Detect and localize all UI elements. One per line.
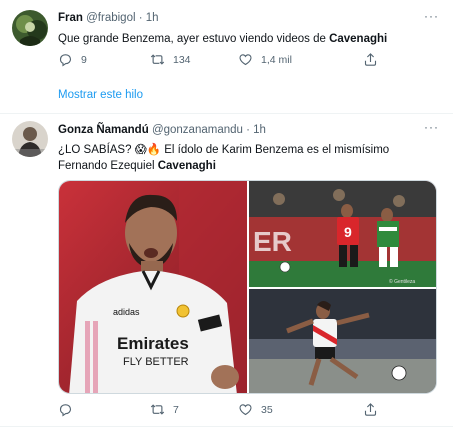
separator-dot: · (246, 124, 250, 136)
jersey-number: 9 (344, 224, 352, 240)
avatar[interactable] (12, 121, 48, 157)
tweet-text-bold: Cavenaghi (157, 160, 216, 172)
action-bar: 7 35 (58, 402, 388, 420)
sponsor-subtext: FLY BETTER (123, 356, 189, 368)
action-bar: 9 134 1,4 mil (58, 52, 388, 70)
avatar[interactable] (12, 10, 48, 46)
share-button[interactable] (363, 402, 378, 417)
like-icon (239, 404, 252, 416)
share-icon (364, 403, 377, 416)
retweet-count: 134 (173, 53, 191, 66)
photo-river-image (249, 289, 436, 393)
handle[interactable]: @frabigol (86, 12, 135, 24)
media-grid: adidas Emirates FLY BETTER ER 9 © Gentil… (58, 180, 437, 394)
photo-benzema[interactable]: adidas Emirates FLY BETTER (59, 181, 247, 393)
photo-river[interactable] (249, 289, 436, 393)
avatar-image (12, 10, 48, 46)
like-button[interactable]: 35 (238, 402, 273, 417)
share-button[interactable] (363, 52, 378, 67)
retweet-icon (150, 404, 165, 415)
photo-match-image: ER 9 © Gentileza (249, 181, 436, 287)
reply-icon (59, 54, 72, 67)
tweet-header: Fran @frabigol · 1h (58, 12, 159, 24)
reply-button[interactable]: 9 (58, 52, 87, 67)
retweet-count: 7 (173, 403, 179, 416)
tweet-header: Gonza Ñamandú @gonzanamandu · 1h (58, 124, 266, 136)
reply-icon (59, 404, 72, 417)
retweet-button[interactable]: 134 (150, 52, 191, 67)
tweet-text: Que grande Benzema, ayer estuvo viendo v… (58, 31, 438, 47)
tweet-text-plain: Que grande Benzema, ayer estuvo viendo v… (58, 33, 330, 45)
watermark: © Gentileza (389, 278, 415, 285)
more-icon[interactable]: ··· (424, 120, 439, 134)
display-name[interactable]: Gonza Ñamandú (58, 124, 149, 136)
timestamp[interactable]: 1h (146, 12, 159, 24)
show-thread-row[interactable]: Mostrar este hilo (0, 79, 453, 114)
retweet-icon (150, 54, 165, 65)
retweet-button[interactable]: 7 (150, 402, 179, 417)
tweet-text: ¿LO SABÍAS? 😱🔥 El ídolo de Karim Benzema… (58, 142, 438, 174)
avatar-image (12, 121, 48, 157)
divider (0, 113, 453, 114)
share-icon (364, 53, 377, 66)
like-icon (239, 54, 252, 66)
photo-match[interactable]: ER 9 © Gentileza (249, 181, 436, 287)
timestamp[interactable]: 1h (253, 124, 266, 136)
like-count: 1,4 mil (261, 53, 292, 66)
photo-benzema-image: adidas Emirates FLY BETTER (59, 181, 247, 393)
tweet[interactable]: Fran @frabigol · 1h ··· Que grande Benze… (0, 0, 453, 79)
separator-dot: · (138, 12, 143, 24)
like-count: 35 (261, 403, 273, 416)
more-icon[interactable]: ··· (424, 9, 439, 23)
reply-button[interactable] (58, 402, 81, 417)
tweet-text-bold: Cavenaghi (329, 33, 388, 45)
ad-board-text: ER (253, 226, 292, 257)
display-name[interactable]: Fran (58, 12, 83, 24)
reply-count: 9 (81, 53, 87, 66)
show-thread-link[interactable]: Mostrar este hilo (58, 89, 143, 101)
handle[interactable]: @gonzanamandu (152, 124, 243, 136)
tweet-text-plain: ¿LO SABÍAS? 😱🔥 El ídolo de Karim Benzema… (58, 144, 390, 172)
sponsor-text: Emirates (117, 334, 189, 353)
adidas-logo: adidas (113, 307, 140, 317)
like-button[interactable]: 1,4 mil (238, 52, 292, 67)
